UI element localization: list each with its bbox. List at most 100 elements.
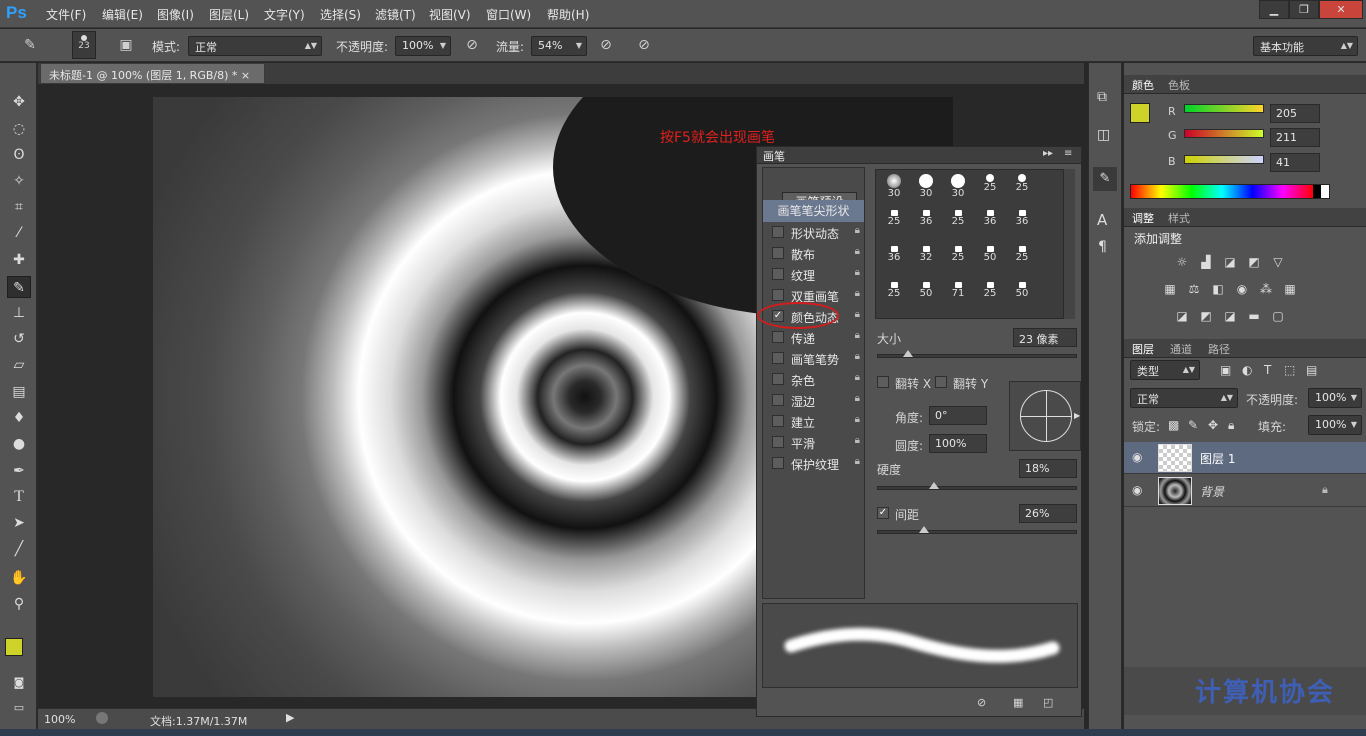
new-brush-icon[interactable]: ◰ xyxy=(1043,696,1053,709)
zoom-tool-icon[interactable]: ⚲ xyxy=(7,593,31,615)
g-field[interactable]: 211 xyxy=(1270,128,1320,147)
selective-color-icon[interactable]: ▢ xyxy=(1270,309,1286,323)
brightness-icon[interactable]: ☼ xyxy=(1174,255,1190,269)
restore-button[interactable]: ❐ xyxy=(1289,0,1319,19)
toggle-live-tip-icon[interactable]: ⊘ xyxy=(977,696,986,709)
g-slider[interactable] xyxy=(1184,129,1264,138)
minimize-button[interactable]: ▁ xyxy=(1259,0,1289,19)
flip-y-checkbox[interactable] xyxy=(935,376,947,388)
tab-adjustments[interactable]: 调整 xyxy=(1132,210,1154,226)
brush-option-checkbox[interactable] xyxy=(772,457,784,469)
tab-swatches[interactable]: 色板 xyxy=(1168,77,1190,93)
pen-tool-icon[interactable]: ✒ xyxy=(7,460,31,482)
brush-tip-preset[interactable]: 36 xyxy=(974,208,1006,240)
zoom-level[interactable]: 100% xyxy=(44,713,75,726)
brush-tip-preset[interactable]: 25 xyxy=(942,208,974,240)
brush-tip-preset[interactable]: 25 xyxy=(1006,172,1038,204)
brush-grid-scrollbar[interactable] xyxy=(1063,169,1075,319)
r-field[interactable]: 205 xyxy=(1270,104,1320,123)
menu-layer[interactable]: 图层(L) xyxy=(209,6,249,23)
filter-pixel-icon[interactable]: ▣ xyxy=(1220,363,1231,377)
spacing-field[interactable]: 26% xyxy=(1019,504,1077,523)
close-tab-icon[interactable]: × xyxy=(241,69,250,82)
menu-select[interactable]: 选择(S) xyxy=(320,6,361,23)
menu-window[interactable]: 窗口(W) xyxy=(486,6,531,23)
size-slider-thumb[interactable] xyxy=(903,350,913,357)
size-field[interactable]: 23 像素 xyxy=(1013,328,1077,347)
hardness-field[interactable]: 18% xyxy=(1019,459,1077,478)
pressure-opacity-icon[interactable]: ⊘ xyxy=(462,35,482,55)
hardness-slider-thumb[interactable] xyxy=(929,482,939,489)
workspace-dropdown[interactable]: 基本功能 ▲▼ xyxy=(1253,36,1358,56)
eraser-tool-icon[interactable]: ▱ xyxy=(7,354,31,376)
hand-tool-icon[interactable]: ✋ xyxy=(7,567,31,589)
brush-option-item[interactable]: 建立 🔒︎ xyxy=(763,411,864,432)
lock-position-icon[interactable]: ✥ xyxy=(1208,418,1218,432)
layer-name[interactable]: 背景 xyxy=(1200,483,1224,500)
brush-option-item[interactable]: 杂色 🔒︎ xyxy=(763,369,864,390)
menu-view[interactable]: 视图(V) xyxy=(429,6,471,23)
menu-help[interactable]: 帮助(H) xyxy=(547,6,589,23)
brush-panel-icon[interactable]: ✎ xyxy=(1093,167,1117,191)
lock-pixels-icon[interactable]: ✎ xyxy=(1188,418,1198,432)
spacing-slider[interactable] xyxy=(877,526,1077,534)
brush-tip-shape-item[interactable]: 画笔笔尖形状 xyxy=(763,200,864,222)
vibrance-icon[interactable]: ▽ xyxy=(1270,255,1286,269)
quick-mask-icon[interactable]: ◙ xyxy=(7,672,31,694)
path-selection-tool-icon[interactable]: ➤ xyxy=(7,512,31,534)
status-arrow-icon[interactable]: ▶ xyxy=(286,711,294,724)
brush-grid-icon[interactable]: ▦ xyxy=(1013,696,1023,709)
history-panel-icon[interactable]: ⧉ xyxy=(1097,89,1107,105)
brush-tool-icon[interactable]: ✎ xyxy=(7,276,31,298)
color-foreground-swatch[interactable] xyxy=(1130,103,1150,123)
brush-option-item[interactable]: 纹理 🔒︎ xyxy=(763,264,864,285)
foreground-color-swatch[interactable] xyxy=(5,638,23,656)
brush-tip-preset[interactable]: 25 xyxy=(878,280,910,312)
dodge-tool-icon[interactable]: ● xyxy=(7,433,31,455)
history-brush-tool-icon[interactable]: ↺ xyxy=(7,328,31,350)
lock-icon[interactable]: 🔒︎ xyxy=(855,372,860,383)
magic-wand-tool-icon[interactable]: ✧ xyxy=(7,170,31,192)
airbrush-icon[interactable]: ⊘ xyxy=(596,35,616,55)
brush-option-item[interactable]: 传递 🔒︎ xyxy=(763,327,864,348)
lock-icon[interactable]: 🔒︎ xyxy=(855,456,860,467)
b-field[interactable]: 41 xyxy=(1270,153,1320,172)
layer-opacity-field[interactable]: 100% ▼ xyxy=(1308,388,1362,408)
lock-icon[interactable]: 🔒︎ xyxy=(855,309,860,320)
clone-stamp-tool-icon[interactable]: ⊥ xyxy=(7,302,31,324)
lock-icon[interactable]: 🔒︎ xyxy=(855,414,860,425)
lock-icon[interactable]: 🔒︎ xyxy=(855,225,860,236)
tab-layers[interactable]: 图层 xyxy=(1132,341,1154,357)
color-spectrum[interactable] xyxy=(1130,184,1330,199)
angle-arrow-icon[interactable]: ▶ xyxy=(1074,411,1080,420)
size-slider[interactable] xyxy=(877,350,1077,358)
filter-type-icon[interactable]: T xyxy=(1264,363,1271,377)
marquee-tool-icon[interactable]: ◌ xyxy=(7,118,31,140)
screen-mode-icon[interactable]: ▭ xyxy=(7,697,31,719)
flow-field[interactable]: 54% ▼ xyxy=(531,36,587,56)
roundness-field[interactable]: 100% xyxy=(929,434,987,453)
brush-option-checkbox[interactable] xyxy=(772,373,784,385)
lock-icon[interactable]: 🔒︎ xyxy=(855,288,860,299)
brush-option-checkbox[interactable] xyxy=(772,415,784,427)
brush-tip-preset[interactable]: 25 xyxy=(974,172,1006,204)
brush-option-checkbox[interactable] xyxy=(772,436,784,448)
lock-icon[interactable]: 🔒︎ xyxy=(855,267,860,278)
brush-tip-preset[interactable]: 30 xyxy=(942,172,974,204)
brush-tip-preset[interactable]: 36 xyxy=(910,208,942,240)
brush-option-item[interactable]: 保护纹理 🔒︎ xyxy=(763,453,864,474)
brush-option-checkbox[interactable] xyxy=(772,352,784,364)
menu-image[interactable]: 图像(I) xyxy=(157,6,194,23)
brush-tip-preset[interactable]: 30 xyxy=(878,172,910,204)
channel-mixer-icon[interactable]: ⁂ xyxy=(1258,282,1274,296)
status-menu-icon[interactable] xyxy=(96,712,108,724)
character-panel-icon[interactable]: A xyxy=(1097,211,1107,229)
visibility-eye-icon[interactable]: ◉ xyxy=(1132,450,1142,464)
opacity-field[interactable]: 100% ▼ xyxy=(395,36,451,56)
menu-filter[interactable]: 滤镜(T) xyxy=(375,6,416,23)
layer-row-background[interactable]: ◉ 背景 🔒︎ xyxy=(1124,475,1366,507)
brush-option-item[interactable]: 画笔笔势 🔒︎ xyxy=(763,348,864,369)
move-tool-icon[interactable]: ✥ xyxy=(7,91,31,113)
brush-tip-preset[interactable]: 25 xyxy=(942,244,974,276)
r-slider[interactable] xyxy=(1184,104,1264,113)
